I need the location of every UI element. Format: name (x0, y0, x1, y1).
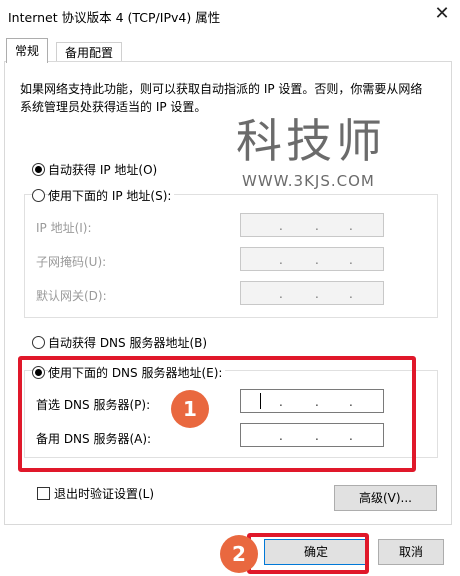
watermark-char: 科 (236, 114, 282, 168)
manual-ip-label[interactable]: 使用下面的 IP 地址(S): (48, 187, 175, 204)
step-badge-2: 2 (220, 535, 258, 573)
subnet-mask-label: 子网掩码(U): (36, 255, 107, 269)
radio-auto-ip[interactable] (32, 163, 45, 176)
close-icon[interactable]: ✕ (430, 2, 454, 26)
auto-dns-label[interactable]: 自动获得 DNS 服务器地址(B) (48, 334, 207, 351)
ok-highlight-box (247, 533, 369, 574)
window-title: Internet 协议版本 4 (TCP/IPv4) 属性 (8, 10, 221, 25)
cancel-button[interactable]: 取消 (378, 539, 444, 565)
radio-auto-dns[interactable] (32, 336, 45, 349)
tab-alternate-config[interactable]: 备用配置 (56, 42, 123, 63)
validate-label[interactable]: 退出时验证设置(L) (54, 485, 154, 502)
title-bar: Internet 协议版本 4 (TCP/IPv4) 属性 ✕ (0, 0, 460, 30)
step-badge-1: 1 (171, 390, 209, 428)
radio-manual-ip[interactable] (32, 189, 45, 202)
dns-highlight-box (18, 356, 416, 472)
watermark-url: WWW.3KJS.COM (242, 172, 375, 190)
default-gateway-label: 默认网关(D): (36, 289, 107, 303)
default-gateway-input[interactable]: ... (240, 281, 384, 305)
ip-address-label: IP 地址(I): (36, 221, 92, 235)
description-text: 如果网络支持此功能，则可以获取自动指派的 IP 设置。否则，你需要从网络系统管理… (20, 82, 423, 114)
watermark-char: 师 (336, 114, 382, 168)
watermark-char: 技 (286, 114, 332, 168)
ip-address-input[interactable]: ... (240, 213, 384, 237)
subnet-mask-input[interactable]: ... (240, 247, 384, 271)
advanced-button[interactable]: 高级(V)... (334, 485, 437, 511)
tab-general[interactable]: 常规 (6, 38, 49, 63)
validate-checkbox[interactable] (37, 487, 50, 500)
auto-ip-label[interactable]: 自动获得 IP 地址(O) (48, 161, 157, 178)
